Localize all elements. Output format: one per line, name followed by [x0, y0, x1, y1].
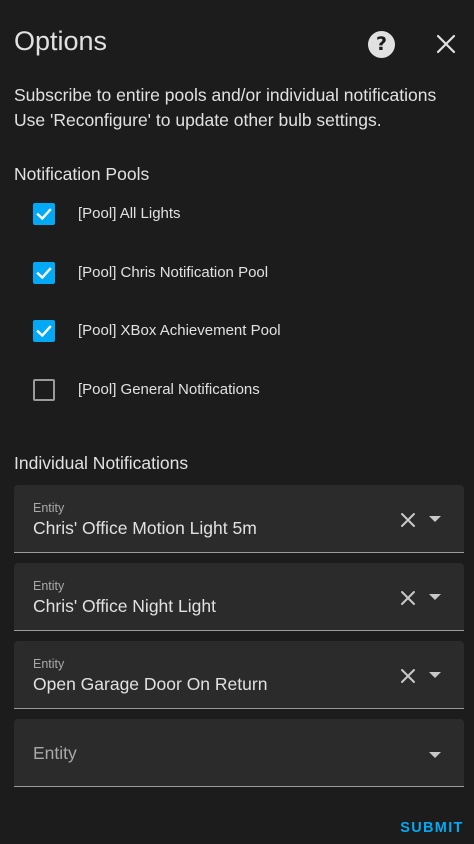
entity-placeholder: Entity	[33, 743, 77, 763]
description-line: Use 'Reconfigure' to update other bulb s…	[14, 110, 382, 130]
submit-button[interactable]: SUBMIT	[396, 815, 468, 841]
pool-checkbox-checked[interactable]	[33, 320, 55, 342]
pool-label: [Pool] XBox Achievement Pool	[78, 322, 281, 339]
close-icon	[436, 34, 456, 54]
pool-label: [Pool] Chris Notification Pool	[78, 264, 269, 281]
chevron-down-icon[interactable]	[428, 593, 442, 601]
entity-value[interactable]: Chris' Office Night Light	[33, 595, 216, 617]
entity-picker[interactable]: Entity Open Garage Door On Return	[14, 641, 464, 709]
entity-picker[interactable]: Entity Chris' Office Night Light	[14, 563, 464, 631]
checkmark-icon	[36, 208, 52, 221]
clear-icon[interactable]	[399, 667, 417, 685]
pool-checkbox-unchecked[interactable]	[33, 379, 55, 401]
help-circle-icon: ?	[375, 33, 388, 55]
entity-picker[interactable]: Entity Chris' Office Motion Light 5m	[14, 485, 464, 553]
entity-picker-empty[interactable]: Entity	[14, 719, 464, 787]
entity-value[interactable]: Open Garage Door On Return	[33, 673, 267, 695]
pool-checkbox-row[interactable]: [Pool] General Notifications	[30, 376, 430, 406]
notification-pools-heading: Notification Pools	[14, 164, 150, 184]
clear-icon[interactable]	[399, 589, 417, 607]
pool-checkbox-checked[interactable]	[33, 262, 55, 284]
chevron-down-icon[interactable]	[428, 671, 442, 679]
dialog-description: Subscribe to entire pools and/or individ…	[14, 83, 474, 133]
chevron-down-icon[interactable]	[428, 751, 442, 759]
options-dialog: Options ? Subscribe to entire pools and/…	[0, 0, 474, 844]
pool-checkbox-row[interactable]: [Pool] Chris Notification Pool	[30, 259, 430, 289]
pool-checkbox-checked[interactable]	[33, 203, 55, 225]
individual-notifications-heading: Individual Notifications	[14, 453, 189, 473]
dialog-title: Options	[14, 26, 108, 56]
chevron-down-icon[interactable]	[428, 515, 442, 523]
pool-checkbox-row[interactable]: [Pool] All Lights	[30, 200, 430, 230]
pool-label: [Pool] General Notifications	[78, 381, 260, 398]
entity-value[interactable]: Chris' Office Motion Light 5m	[33, 517, 257, 539]
description-line: Subscribe to entire pools and/or individ…	[14, 85, 437, 105]
entity-field-label: Entity	[33, 657, 65, 671]
pool-label: [Pool] All Lights	[78, 205, 181, 222]
checkmark-icon	[36, 267, 52, 280]
clear-icon[interactable]	[399, 511, 417, 529]
entity-field-label: Entity	[33, 501, 65, 515]
entity-field-label: Entity	[33, 579, 65, 593]
help-button[interactable]: ?	[368, 31, 395, 58]
pool-checkbox-row[interactable]: [Pool] XBox Achievement Pool	[30, 317, 430, 347]
close-button[interactable]	[432, 30, 460, 58]
checkmark-icon	[36, 325, 52, 338]
